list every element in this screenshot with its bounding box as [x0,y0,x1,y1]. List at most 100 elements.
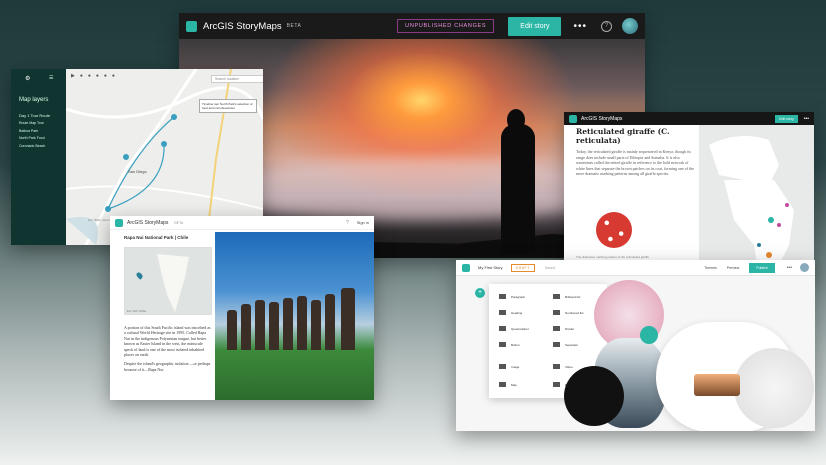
block-option[interactable]: Bulleted list [553,294,580,299]
storymaps-logo-icon [569,114,577,123]
block-option[interactable]: Heading [499,310,522,315]
block-label: Heading [511,310,523,315]
edit-story-button[interactable]: Edit story [508,16,562,36]
block-label: Bulleted list [565,294,581,299]
ellipsis-icon[interactable]: ••• [804,116,809,122]
edit-story-button[interactable]: Edit story [775,114,798,123]
block-option[interactable]: Map [499,382,517,387]
ellipsis-icon[interactable]: ••• [573,21,587,32]
block-label: Divider [565,326,575,331]
sidebar-title: Map layers [19,97,49,103]
block-label: Paragraph [511,294,526,299]
sunset-thumbnail [694,374,740,396]
block-option[interactable]: Divider [553,326,574,331]
app-title: ArcGIS StoryMaps [203,20,282,32]
embed-icon [553,382,560,387]
play-icon[interactable] [640,326,658,344]
preview-button[interactable]: Preview [727,266,739,270]
layer-item[interactable]: North Park Food [19,136,45,140]
person-silhouette [501,124,535,254]
paragraph: Despite the island's geographic isolatio… [124,361,211,372]
location-pin-icon[interactable] [135,271,144,280]
help-circle-icon[interactable]: ? [346,220,349,226]
quote-icon [499,326,506,331]
rapa-header: ArcGIS StoryMaps BETA ? Sign in [110,216,374,230]
help-circle-icon[interactable]: ? [601,20,612,32]
block-option[interactable]: Numbered list [553,310,584,315]
saved-status: Saved [544,265,555,270]
numbered-list-icon [553,310,560,315]
bulleted-list-icon [553,294,560,299]
world-map[interactable] [699,125,814,276]
rapa-nui-story-window: ArcGIS StoryMaps BETA ? Sign in Rapa Nui… [110,216,374,400]
stop-marker [171,114,177,120]
dark-story-card [564,366,624,426]
moai-statue [283,298,293,350]
block-label: Video [565,364,573,369]
editor-header: ArcGIS StoryMaps BETA UNPUBLISHED CHANGE… [179,13,645,39]
layer-list: Route Map Tour Balboa Park North Park Fo… [19,121,45,151]
locator-map[interactable]: Esri, FAO, NOAA [124,247,212,315]
block-label: Numbered list [565,310,584,315]
range-marker [785,203,789,207]
block-option[interactable]: Image [499,364,519,369]
giraffe-heading: Reticulated giraffe (C. reticulata) [576,127,670,145]
publish-button[interactable]: Publish [749,262,775,273]
block-option[interactable]: Separator [553,342,578,347]
image-icon [499,364,506,369]
map-attribution: Esri, FAO, NOAA [127,310,147,313]
video-icon [553,364,560,369]
plus-icon[interactable]: + [475,288,485,298]
moai-photo [215,232,374,400]
themes-button[interactable]: Themes [704,266,717,270]
moai-statue [241,304,251,350]
tour-label[interactable]: Day 1 Tour Route [19,113,50,118]
range-marker [757,243,761,247]
block-label: Button [511,342,520,347]
africa-map-shapes [709,136,794,275]
separator-icon [553,342,560,347]
beta-badge: BETA [174,220,184,225]
app-title: ArcGIS StoryMaps [127,219,169,226]
south-america-shape [157,254,189,312]
giraffe-body: Today, the reticulated giraffe is mainly… [576,149,694,176]
map-icon [499,382,506,387]
moai-statue [297,296,307,350]
sign-in-link[interactable]: Sign in [357,220,369,225]
gear-icon[interactable]: ⚙ [25,75,30,82]
unpublished-changes-badge[interactable]: UNPUBLISHED CHANGES [397,19,495,33]
avatar[interactable] [622,18,638,34]
menu-icon[interactable]: ☰ [49,75,53,81]
layer-item[interactable]: Coronado Beach [19,144,45,148]
media-collage [564,280,814,431]
stop-marker [123,154,129,160]
block-option[interactable]: Button [499,342,520,347]
paragraph-icon [499,294,506,299]
stop-marker [161,141,167,147]
search-input[interactable]: Search location [211,75,263,83]
range-marker [768,217,774,223]
map-toolbar[interactable]: ▶●●●●● [71,73,120,79]
avatar[interactable] [800,263,809,272]
stop-marker [105,206,111,212]
stop-tooltip: Timeline tour North Park's selection of … [199,99,257,113]
block-option[interactable]: Video [553,364,573,369]
storymaps-logo-icon [462,263,470,272]
giraffe-text-column: Reticulated giraffe (C. reticulata) Toda… [576,127,696,177]
block-option[interactable]: Quote/callout [499,326,529,331]
moai-statue [325,294,335,350]
block-label: Image [511,364,520,369]
block-label: Separator [565,342,579,347]
city-label: San Diego [128,169,147,174]
story-title[interactable]: My First Story [478,265,503,270]
app-title: ArcGIS StoryMaps [581,115,623,122]
layer-item[interactable]: Balboa Park [19,129,45,133]
layer-item[interactable]: Route Map Tour [19,121,45,125]
block-option[interactable]: Paragraph [499,294,525,299]
giraffe-story-window: ArcGIS StoryMaps Edit story ••• Reticula… [564,112,814,276]
block-label: Quote/callout [511,326,529,331]
ellipsis-icon[interactable]: ••• [787,265,792,271]
storymaps-logo-icon [186,20,197,32]
button-icon [499,342,506,347]
moai-statue [227,310,237,350]
